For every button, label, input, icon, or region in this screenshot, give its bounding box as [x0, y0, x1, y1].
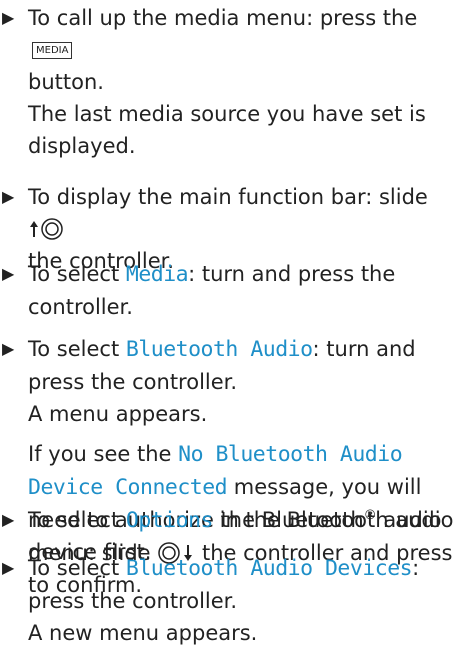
- step-text: To select: [28, 337, 120, 361]
- instruction-page: ▶ To call up the media menu: press the ME…: [0, 0, 463, 653]
- step-text: press the controller.: [28, 589, 238, 613]
- step-text: To call up the media menu: press the: [28, 6, 418, 30]
- step-text: :: [412, 556, 420, 580]
- step-note: The last media source you have set is di…: [28, 102, 426, 158]
- menu-item-options: Options: [125, 508, 214, 533]
- step-text: To select: [28, 508, 120, 532]
- menu-item-bluetooth-audio: Bluetooth Audio: [125, 337, 313, 362]
- step-note: A menu appears.: [28, 402, 208, 426]
- step-text: To display the main function bar: slide: [28, 185, 428, 209]
- menu-item-bluetooth-audio-devices: Bluetooth Audio Devices: [125, 556, 413, 581]
- media-key-icon: MEDIA: [32, 42, 73, 59]
- bullet-icon: ▶: [2, 264, 15, 283]
- bullet-icon: ▶: [2, 8, 15, 27]
- step-select-bluetooth-audio-devices: ▶ To select Bluetooth Audio Devices: pre…: [0, 552, 455, 649]
- bullet-icon: ▶: [2, 187, 15, 206]
- note-text: If you see the: [28, 442, 172, 466]
- step-note: A new menu appears.: [28, 621, 258, 645]
- step-text: To select: [28, 556, 120, 580]
- menu-item-media: Media: [125, 262, 189, 287]
- bullet-icon: ▶: [2, 558, 15, 577]
- slide-up-controller-icon: [28, 217, 66, 241]
- bullet-icon: ▶: [2, 339, 15, 358]
- step-text: button.: [28, 70, 104, 94]
- step-media-menu: ▶ To call up the media menu: press the ME…: [0, 2, 455, 162]
- bullet-icon: ▶: [2, 510, 15, 529]
- step-select-media: ▶ To select Media: turn and press the co…: [0, 258, 455, 323]
- step-text: To select: [28, 262, 120, 286]
